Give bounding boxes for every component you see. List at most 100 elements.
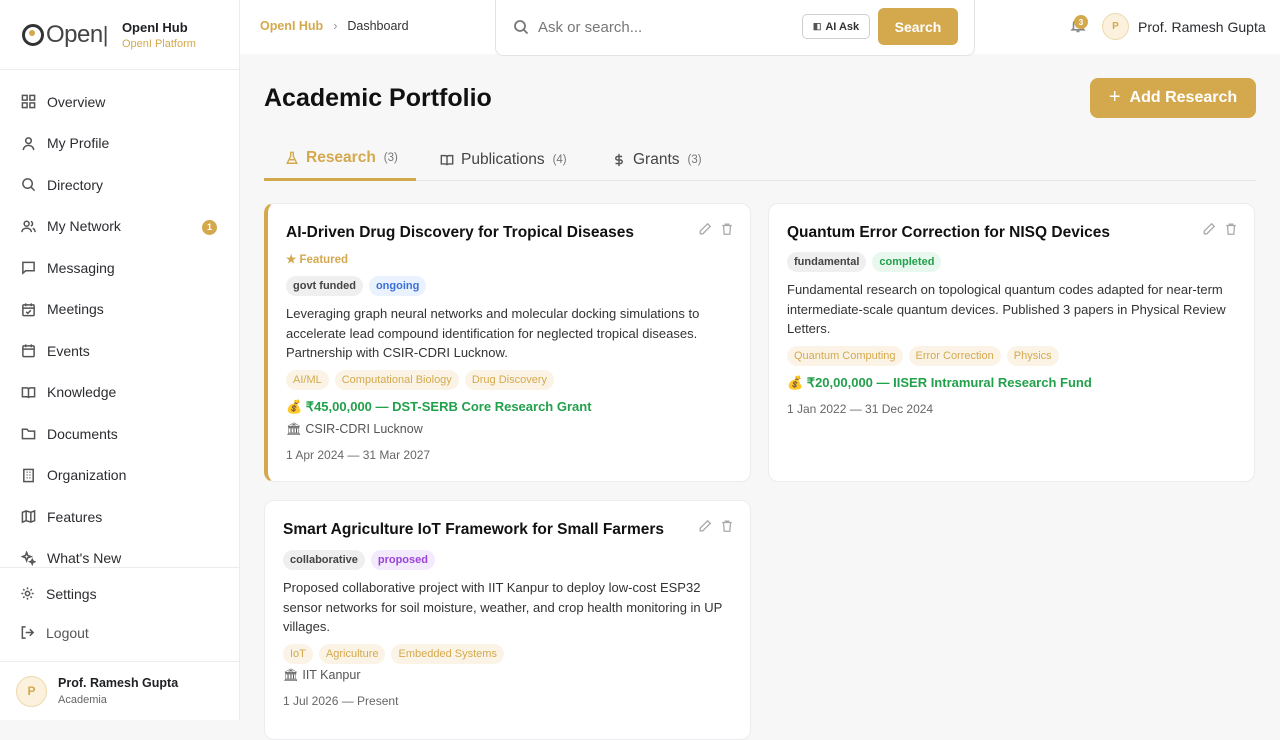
edit-icon[interactable] <box>1202 222 1216 236</box>
sidebar-item-label: Directory <box>47 176 104 193</box>
breadcrumb-home[interactable]: OpenI Hub <box>260 19 323 33</box>
sidebar-item-logout[interactable]: Logout <box>0 613 239 652</box>
sidebar-item-my-network[interactable]: My Network 1 <box>0 206 239 248</box>
trash-icon[interactable] <box>1224 222 1238 236</box>
featured-badge: ★ Featured <box>286 254 349 266</box>
search-bar: ◧ AI Ask Search <box>495 0 975 56</box>
trash-icon[interactable] <box>720 519 734 533</box>
sidebar-item-label: Messaging <box>47 259 115 276</box>
tag-chip[interactable]: Error Correction <box>908 346 1001 366</box>
status-badge: completed <box>872 252 942 272</box>
sidebar-item-settings[interactable]: Settings <box>0 574 239 613</box>
status-badge: govt funded <box>286 276 363 296</box>
sidebar-item-directory[interactable]: Directory <box>0 164 239 206</box>
sidebar-item-label: My Profile <box>47 135 110 152</box>
sidebar-item-events[interactable]: Events <box>0 330 239 372</box>
status-badge: fundamental <box>787 252 867 272</box>
flask-icon <box>286 151 298 164</box>
sidebar: Open | OpenI Hub OpenI Platform Overview … <box>0 0 240 720</box>
plus-icon: + <box>1108 85 1121 108</box>
user-icon <box>22 136 35 150</box>
calendar-check-icon <box>22 303 35 317</box>
sidebar-item-meetings[interactable]: Meetings <box>0 289 239 331</box>
date-range: 1 Jan 2022 — 31 Dec 2024 <box>787 402 934 416</box>
sidebar-bottom: Settings Logout <box>0 567 239 652</box>
avatar: P <box>1102 13 1129 40</box>
search-input[interactable] <box>538 14 788 40</box>
network-badge: 1 <box>202 219 217 235</box>
sidebar-item-organization[interactable]: Organization <box>0 455 239 497</box>
sidebar-item-label: Meetings <box>47 301 104 318</box>
tag-chip[interactable]: Physics <box>1006 346 1059 366</box>
tab-bar: Research (3) Publications (4) Grants (3) <box>264 138 1256 181</box>
breadcrumb: OpenI Hub › Dashboard <box>260 19 409 33</box>
sidebar-nav: Overview My Profile Directory My Network… <box>0 70 239 579</box>
status-badge: collaborative <box>283 550 365 570</box>
tag-chip[interactable]: AI/ML <box>286 370 329 390</box>
building-icon <box>23 468 34 483</box>
users-icon <box>21 220 36 232</box>
top-user-name: Prof. Ramesh Gupta <box>1138 18 1266 35</box>
card-description: Leveraging graph neural networks and mol… <box>286 306 700 360</box>
research-card[interactable]: AI-Driven Drug Discovery for Tropical Di… <box>264 203 751 482</box>
card-description: Proposed collaborative project with IIT … <box>283 580 723 634</box>
top-user-menu[interactable]: P Prof. Ramesh Gupta <box>1102 13 1266 40</box>
search-button[interactable]: Search <box>878 8 958 45</box>
sidebar-item-label: Documents <box>47 425 118 442</box>
research-card[interactable]: Quantum Error Correction for NISQ Device… <box>768 203 1255 482</box>
tab-research[interactable]: Research (3) <box>264 138 416 181</box>
sparkle-icon <box>21 550 36 566</box>
add-research-button[interactable]: + Add Research <box>1090 78 1256 118</box>
trash-icon[interactable] <box>720 222 734 236</box>
ai-ask-button[interactable]: ◧ AI Ask <box>802 14 870 39</box>
logo-text: Open <box>46 20 103 48</box>
topbar: OpenI Hub › Dashboard ◧ AI Ask Search 3 … <box>240 0 1280 56</box>
brand-name: OpenI Hub <box>121 19 188 35</box>
sidebar-item-label: Organization <box>47 467 127 484</box>
tab-publications[interactable]: Publications (4) <box>440 138 567 181</box>
logo-mark-icon <box>22 23 44 46</box>
sidebar-item-features[interactable]: Features <box>0 496 239 538</box>
sidebar-item-knowledge[interactable]: Knowledge <box>0 372 239 414</box>
sidebar-item-messaging[interactable]: Messaging <box>0 247 239 289</box>
map-icon <box>21 510 36 524</box>
tag-chip[interactable]: IoT <box>283 644 313 664</box>
brand[interactable]: Open | OpenI Hub OpenI Platform <box>0 0 239 70</box>
tab-grants[interactable]: Grants (3) <box>612 138 702 181</box>
grid-icon <box>21 94 36 109</box>
search-icon <box>514 20 529 35</box>
sidebar-user[interactable]: P Prof. Ramesh Gupta Academia <box>0 661 239 720</box>
status-badge: proposed <box>370 550 435 570</box>
tag-chip[interactable]: Agriculture <box>318 644 386 664</box>
message-icon <box>22 261 35 275</box>
tag-chip[interactable]: Embedded Systems <box>391 644 504 664</box>
tag-chip[interactable]: Quantum Computing <box>787 346 903 366</box>
tag-chip[interactable]: Computational Biology <box>334 370 459 390</box>
tab-label: Publications <box>461 150 545 168</box>
edit-icon[interactable] <box>698 222 712 236</box>
research-card[interactable]: Smart Agriculture IoT Framework for Smal… <box>264 500 751 740</box>
card-title[interactable]: Quantum Error Correction for NISQ Device… <box>787 224 1110 242</box>
edit-icon[interactable] <box>698 519 712 533</box>
card-title[interactable]: Smart Agriculture IoT Framework for Smal… <box>283 521 664 539</box>
avatar: P <box>16 675 47 707</box>
book-open-icon <box>440 154 454 165</box>
card-title[interactable]: AI-Driven Drug Discovery for Tropical Di… <box>286 224 634 242</box>
sidebar-item-label: Knowledge <box>47 384 117 401</box>
gear-icon <box>21 587 34 600</box>
tag-chip[interactable]: Drug Discovery <box>464 370 554 390</box>
chevron-right-icon: › <box>333 19 338 33</box>
add-research-label: Add Research <box>1129 89 1238 106</box>
sidebar-item-my-profile[interactable]: My Profile <box>0 123 239 165</box>
sidebar-item-overview[interactable]: Overview <box>0 81 239 123</box>
sidebar-item-documents[interactable]: Documents <box>0 413 239 455</box>
funding-info: 💰 ₹20,00,000 — IISER Intramural Research… <box>787 375 1092 390</box>
date-range: 1 Apr 2024 — 31 Mar 2027 <box>286 448 431 462</box>
tab-count: (3) <box>687 153 702 166</box>
brand-subtitle: OpenI Platform <box>121 37 196 50</box>
folder-icon <box>21 428 36 440</box>
dollar-icon <box>615 153 623 166</box>
logout-icon <box>21 626 35 639</box>
sidebar-item-label: Events <box>47 342 90 359</box>
calendar-icon <box>22 344 35 358</box>
